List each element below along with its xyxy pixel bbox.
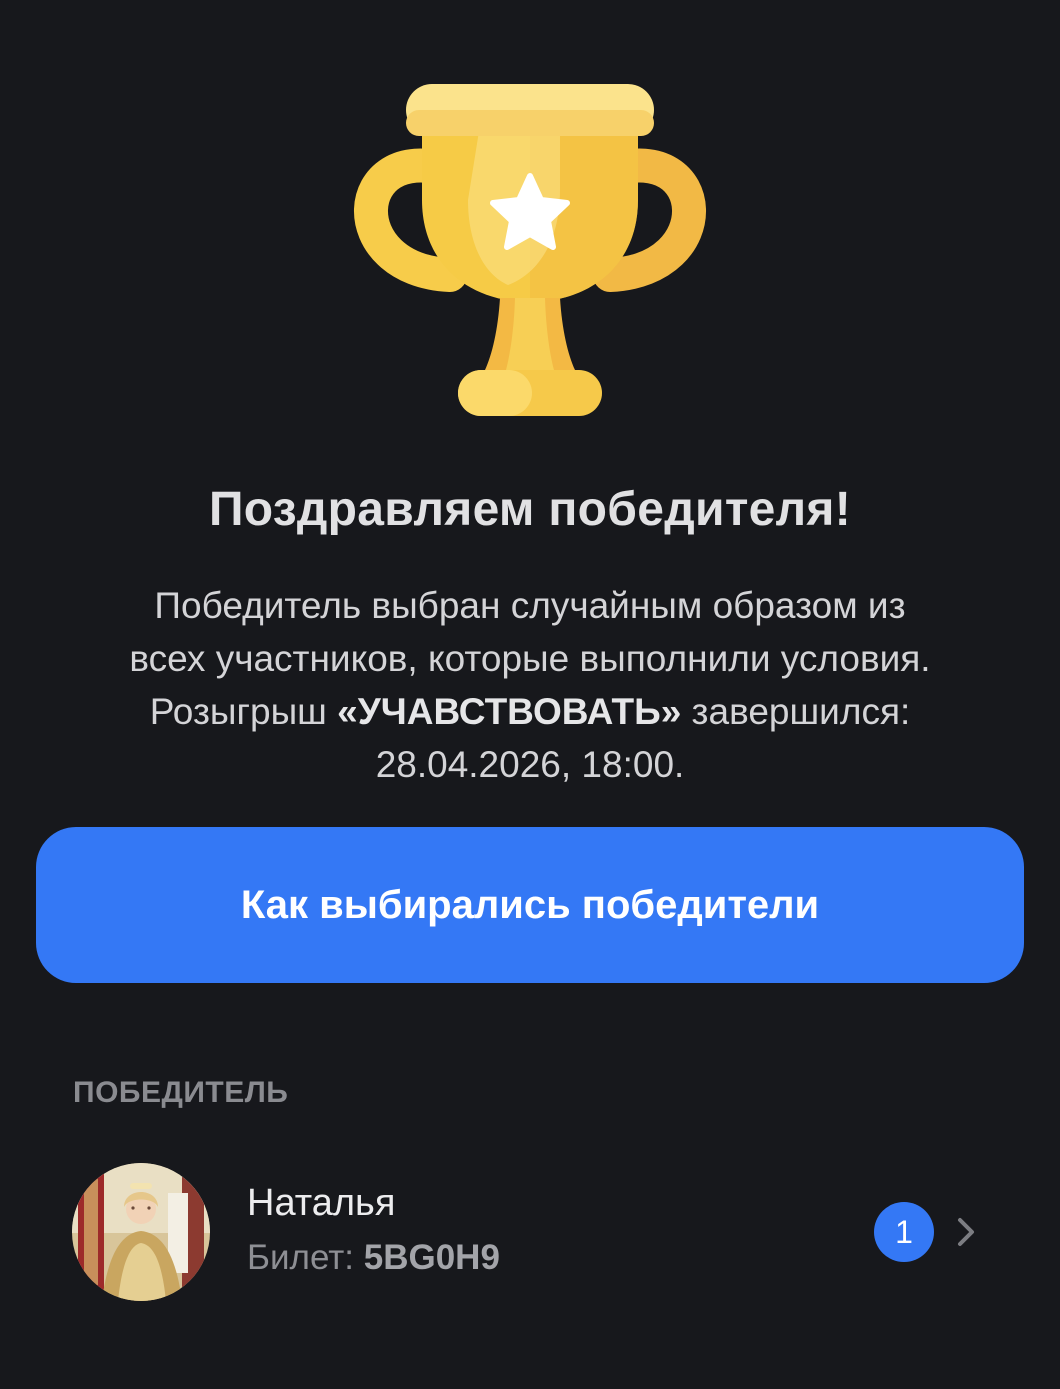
results-description: Победитель выбран случайным образом из в… — [30, 579, 1030, 791]
winner-name: Наталья — [247, 1182, 396, 1224]
winners-section-label: ПОБЕДИТЕЛЬ — [73, 1076, 289, 1109]
winner-ticket: Билет: 5BG0H9 — [247, 1238, 500, 1278]
page-title: Поздравляем победителя! — [208, 483, 852, 536]
ticket-code: 5BG0H9 — [363, 1238, 500, 1277]
end-datetime: 28.04.2026, 18:00. — [375, 744, 685, 785]
chevron-right-icon — [958, 1218, 974, 1246]
place-badge: 1 — [874, 1202, 934, 1262]
how-winners-selected-button[interactable]: Как выбирались победители — [36, 827, 1024, 983]
giveaway-name: «УЧАВСТВОВАТЬ» — [337, 691, 682, 732]
description-line-3: Розыгрыш «УЧАВСТВОВАТЬ» завершился: — [30, 685, 1030, 738]
winner-row[interactable]: Наталья Билет: 5BG0H9 1 — [60, 1150, 1000, 1315]
description-suffix: завершился: — [681, 691, 911, 732]
ticket-label: Билет: — [247, 1238, 364, 1277]
trophy-icon — [354, 84, 706, 416]
description-line-2: всех участников, которые выполнили услов… — [129, 638, 931, 679]
description-prefix: Розыгрыш — [149, 691, 338, 732]
description-line-1: Победитель выбран случайным образом из — [154, 585, 906, 626]
avatar — [72, 1163, 210, 1301]
